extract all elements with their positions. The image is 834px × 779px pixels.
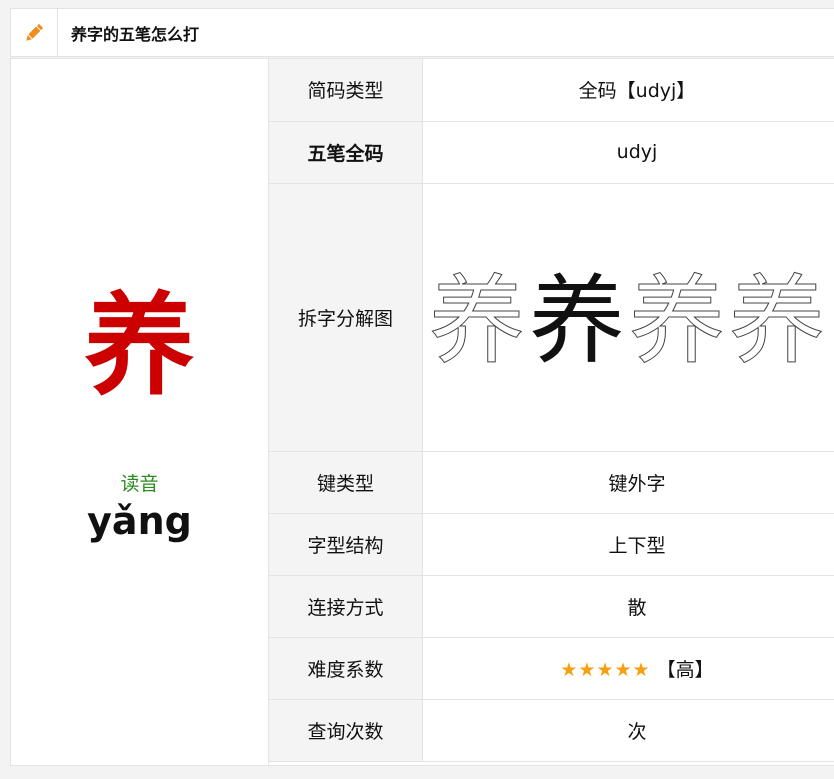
row-value: 次 [422, 699, 834, 762]
row-key: 字型结构 [269, 513, 423, 576]
svg-text:养: 养 [729, 265, 825, 372]
row-key: 查询次数 [269, 699, 423, 762]
table-row: 连接方式 散 [269, 575, 834, 638]
row-value: 散 [422, 575, 834, 638]
table-row: 查询次数 次 [269, 699, 834, 762]
row-key: 简码类型 [269, 59, 423, 122]
row-value: 键外字 [422, 451, 834, 514]
pronunciation-label: 读音 [120, 473, 159, 495]
info-panel: 养 读音 yǎng 简码类型 全码【udyj】 五笔全码 udyj 拆字分解图 … [10, 58, 834, 766]
row-value: 上下型 [422, 513, 834, 576]
pinyin: yǎng [87, 499, 192, 543]
table-row: 拆字分解图 养养养养 [269, 183, 834, 452]
svg-text:养: 养 [629, 265, 725, 372]
table-row: 简码类型 全码【udyj】 [269, 59, 834, 122]
character-card: 养 读音 yǎng [11, 59, 269, 765]
decomposition-image: 养养养养 [422, 183, 834, 452]
row-key: 键类型 [269, 451, 423, 514]
table-row: 五笔全码 udyj [269, 121, 834, 184]
header-bar: 养字的五笔怎么打 [10, 8, 834, 57]
page-title: 养字的五笔怎么打 [71, 24, 200, 44]
row-value: 全码【udyj】 [422, 59, 834, 122]
row-value: udyj [422, 121, 834, 184]
row-key: 连接方式 [269, 575, 423, 638]
difficulty-level: 【高】 [656, 658, 714, 681]
svg-text:养: 养 [429, 265, 525, 372]
row-key: 五笔全码 [269, 121, 423, 184]
decomposition-step-3: 养 [629, 265, 726, 373]
star-icons: ★★★★★ [560, 658, 651, 681]
decomposition-step-2: 养 [529, 265, 625, 372]
info-table: 简码类型 全码【udyj】 五笔全码 udyj 拆字分解图 养养养养 键类型 键… [269, 59, 834, 762]
svg-text:养: 养 [529, 265, 625, 372]
row-key: 难度系数 [269, 637, 423, 700]
table-row: 字型结构 上下型 [269, 513, 834, 576]
pencil-icon [11, 9, 58, 56]
table-row: 键类型 键外字 [269, 451, 834, 514]
character-glyph: 养 [84, 282, 195, 410]
difficulty-value: ★★★★★ 【高】 [422, 637, 834, 700]
decomposition-step-4: 养 [729, 265, 826, 373]
row-key: 拆字分解图 [269, 183, 423, 452]
table-row: 难度系数 ★★★★★ 【高】 [269, 637, 834, 700]
decomposition-step-1: 养 [429, 265, 526, 373]
